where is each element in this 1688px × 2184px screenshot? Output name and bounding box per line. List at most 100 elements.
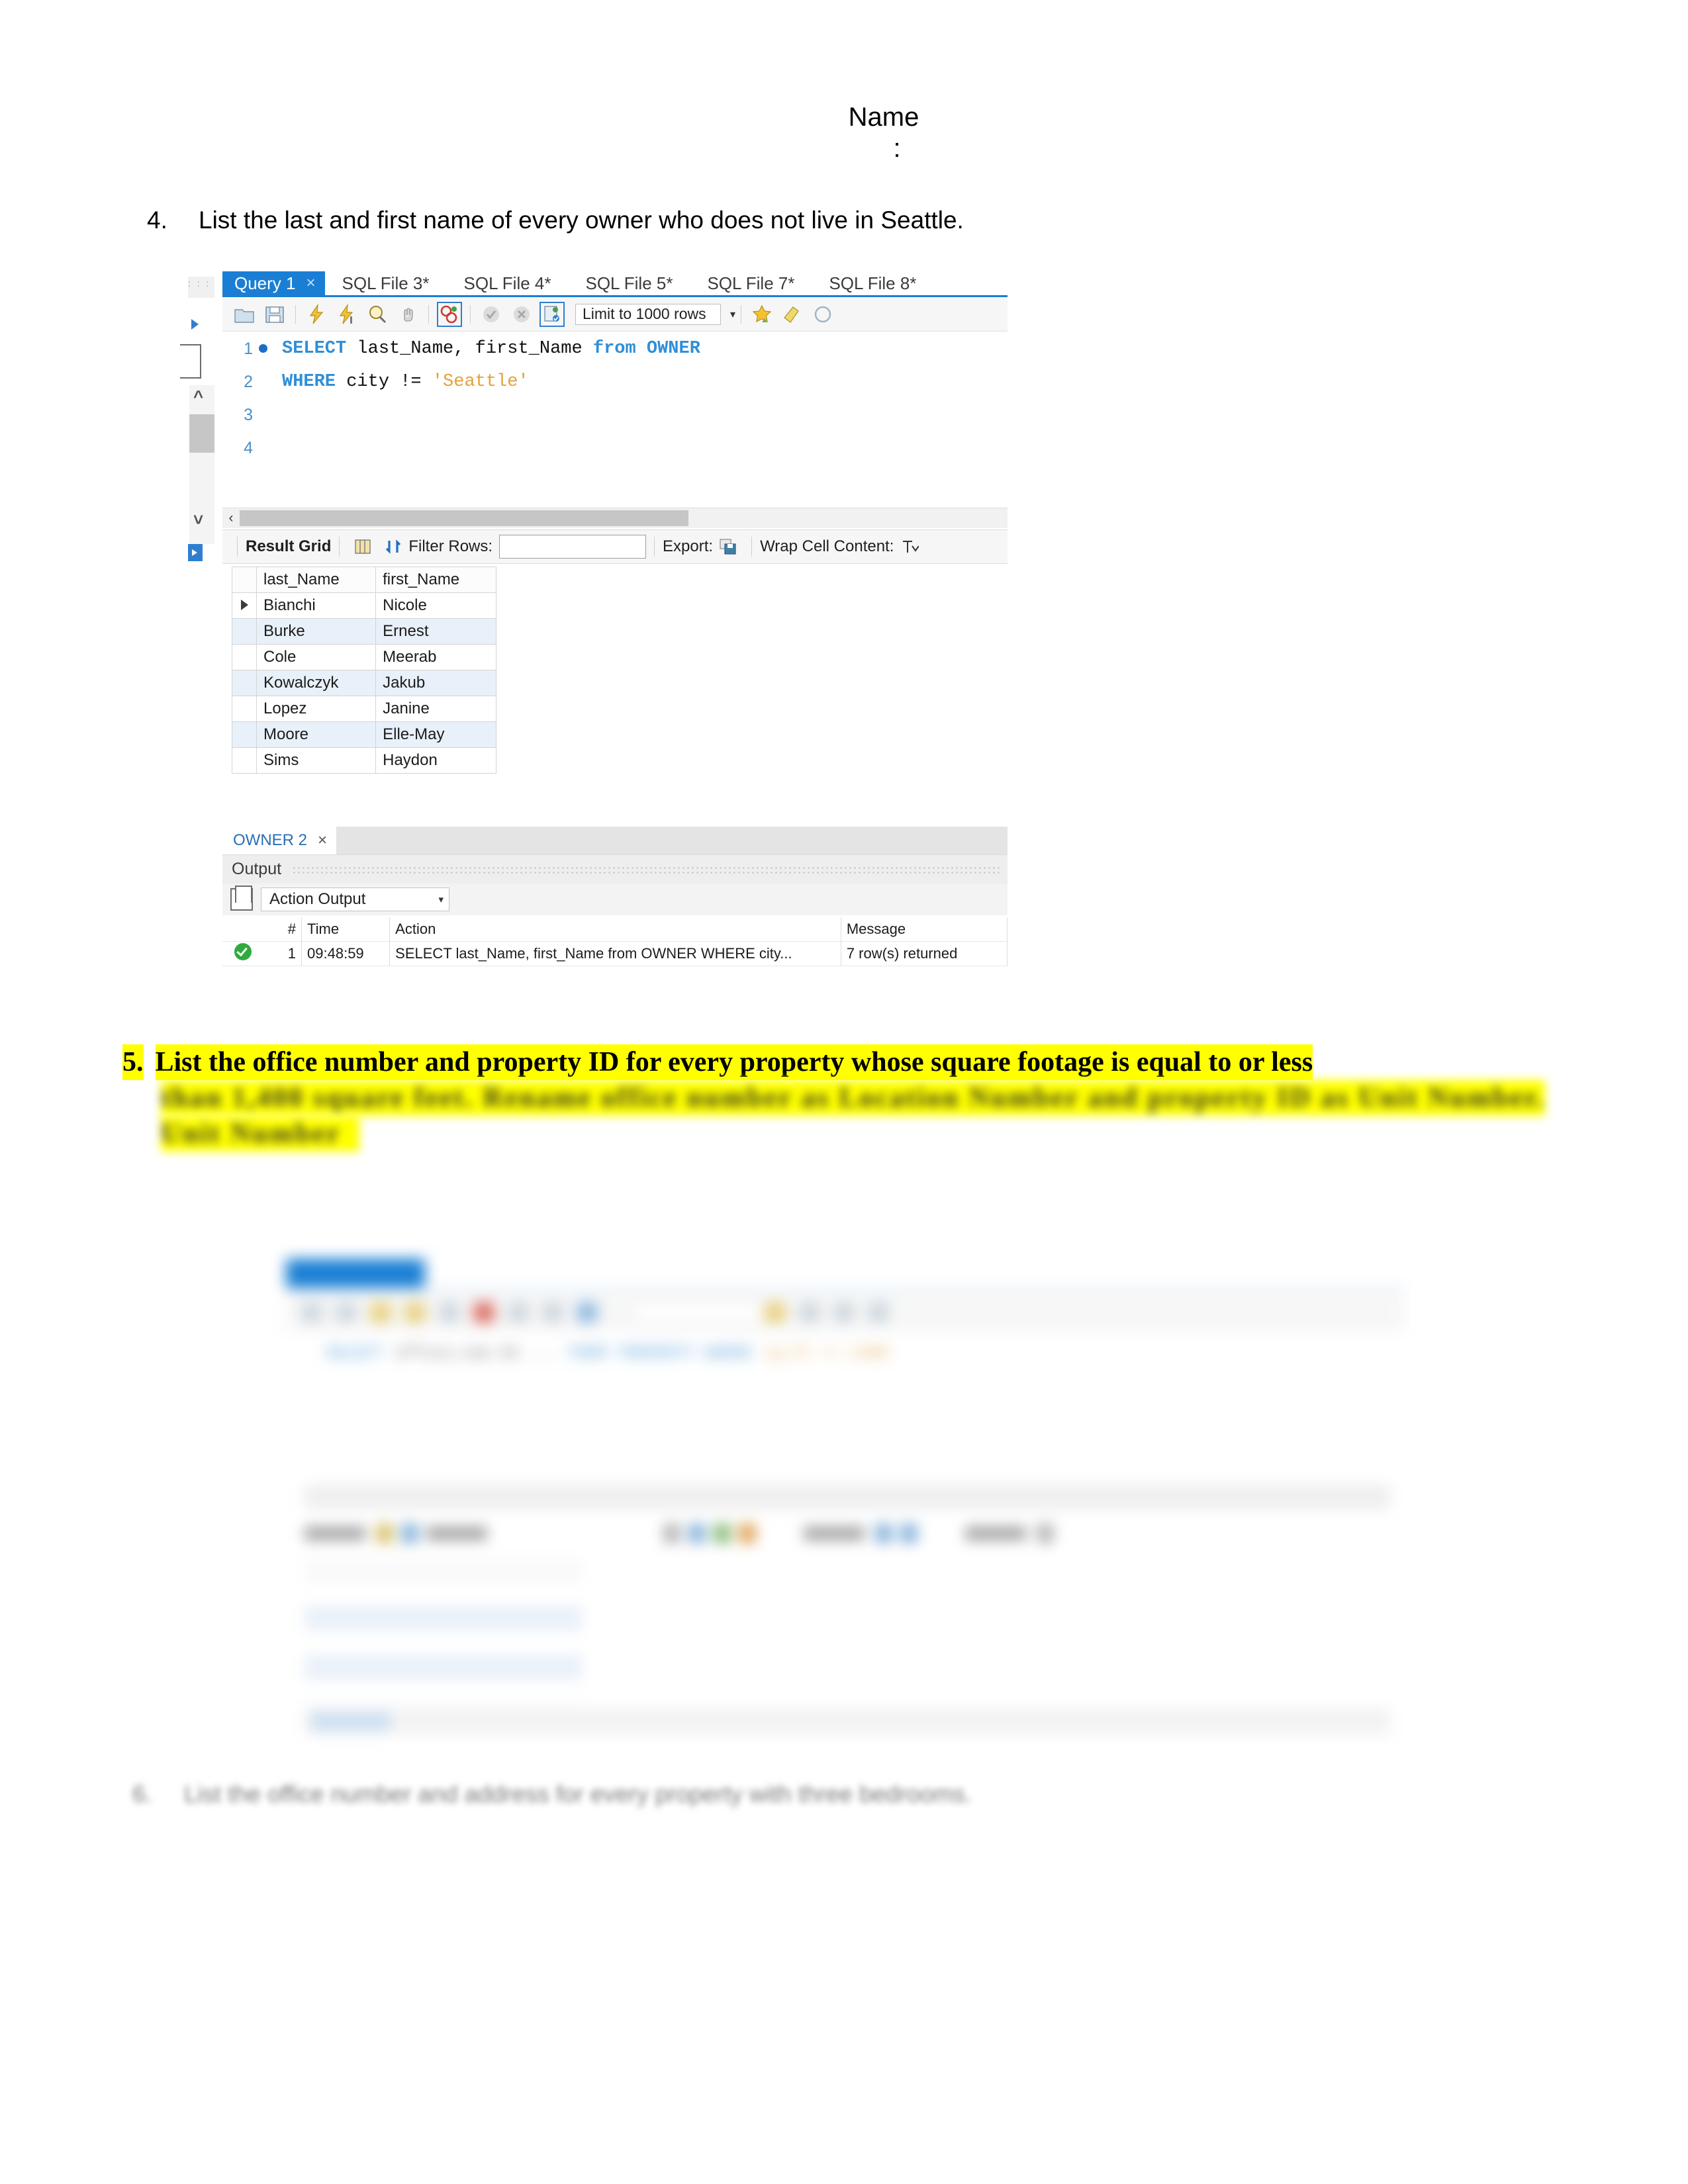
blurred-refresh-icon[interactable] xyxy=(401,1524,418,1543)
table-row[interactable]: Lopez Janine xyxy=(232,696,496,722)
row-selector[interactable] xyxy=(232,747,257,774)
chevron-down-icon[interactable]: ▾ xyxy=(438,893,444,905)
blurred-toolbar-icon[interactable] xyxy=(577,1302,597,1322)
blurred-toolbar-icon[interactable] xyxy=(714,1524,731,1543)
blurred-tab-active[interactable] xyxy=(286,1259,425,1288)
cell-first-name[interactable]: Elle-May xyxy=(375,721,496,748)
blurred-table-row[interactable] xyxy=(305,1631,583,1655)
blurred-limit-select[interactable] xyxy=(632,1302,765,1323)
blurred-import-icon[interactable] xyxy=(900,1524,917,1543)
result-grid-table[interactable]: last_Name first_Name Bianchi Nicole Burk… xyxy=(232,567,496,774)
find-icon[interactable] xyxy=(781,303,804,326)
tab-query-1[interactable]: Query 1 × xyxy=(222,271,325,295)
panel-grip-icon[interactable] xyxy=(292,865,1001,874)
tab-sql-file-5[interactable]: SQL File 5* xyxy=(568,271,690,295)
editor-horizontal-scrollbar[interactable]: ‹ xyxy=(222,508,1008,528)
blurred-toolbar-icon[interactable] xyxy=(543,1302,563,1322)
blurred-export-icon[interactable] xyxy=(875,1524,892,1543)
close-icon[interactable]: × xyxy=(306,274,316,293)
column-header-first-name[interactable]: first_Name xyxy=(375,567,496,593)
blurred-toolbar-icon[interactable] xyxy=(440,1302,459,1322)
table-row[interactable]: Burke Ernest xyxy=(232,618,496,645)
row-selector[interactable] xyxy=(232,721,257,748)
column-header-last-name[interactable]: last_Name xyxy=(256,567,377,593)
blurred-toolbar-icon[interactable] xyxy=(474,1302,494,1322)
blurred-toolbar-icon[interactable] xyxy=(800,1302,820,1322)
blurred-tab[interactable] xyxy=(451,1259,571,1288)
chevron-down-icon[interactable]: ▾ xyxy=(730,308,735,321)
blurred-result-grid[interactable] xyxy=(305,1557,583,1704)
execute-current-statement-icon[interactable] xyxy=(336,303,358,326)
blurred-toolbar-icon[interactable] xyxy=(663,1524,680,1543)
close-icon[interactable]: × xyxy=(318,831,327,850)
sidebar-toggle-icon[interactable] xyxy=(188,544,203,561)
tab-sql-file-8[interactable]: SQL File 8* xyxy=(812,271,933,295)
breakpoint-icon[interactable] xyxy=(253,339,273,359)
blurred-cell[interactable] xyxy=(305,1680,404,1704)
cell-last-name[interactable]: Burke xyxy=(256,618,377,645)
blurred-cell[interactable] xyxy=(305,1655,404,1679)
scroll-up-chevron-icon[interactable]: ^ xyxy=(193,388,203,405)
blurred-toolbar-icon[interactable] xyxy=(765,1302,785,1322)
row-selector[interactable] xyxy=(232,696,257,722)
cell-last-name[interactable]: Bianchi xyxy=(256,592,377,619)
table-row[interactable]: Bianchi Nicole xyxy=(232,592,496,619)
stop-query-icon[interactable] xyxy=(397,303,419,326)
auto-commit-icon[interactable] xyxy=(539,301,565,327)
vertical-scrollbar-thumb[interactable] xyxy=(189,414,214,453)
blurred-cell[interactable] xyxy=(404,1680,503,1704)
explain-query-icon[interactable] xyxy=(366,303,389,326)
blurred-cell[interactable] xyxy=(305,1631,404,1655)
row-selector[interactable] xyxy=(232,618,257,645)
blurred-toolbar-icon[interactable] xyxy=(405,1302,425,1322)
blurred-tab[interactable] xyxy=(767,1259,886,1288)
row-selector[interactable] xyxy=(232,644,257,670)
sql-editor-area[interactable]: 1 SELECT last_Name, first_Name from OWNE… xyxy=(222,332,1008,508)
copy-output-icon[interactable] xyxy=(230,886,253,911)
blurred-toolbar-icon[interactable] xyxy=(336,1302,356,1322)
scroll-left-chevron-icon[interactable]: ‹ xyxy=(222,510,240,526)
blurred-table-row[interactable] xyxy=(305,1606,583,1631)
table-row[interactable]: 1 09:48:59 SELECT last_Name, first_Name … xyxy=(222,941,1008,966)
blurred-toolbar-icon[interactable] xyxy=(834,1302,854,1322)
tab-sql-file-3[interactable]: SQL File 3* xyxy=(325,271,447,295)
blurred-table-row[interactable] xyxy=(305,1680,583,1704)
scroll-down-chevron-icon[interactable]: ˅ xyxy=(193,511,203,528)
tab-owner-2[interactable]: OWNER 2 × xyxy=(222,827,337,854)
blurred-cell[interactable] xyxy=(404,1631,503,1655)
cell-first-name[interactable]: Ernest xyxy=(375,618,496,645)
expand-arrow-icon[interactable] xyxy=(191,319,199,330)
cell-first-name[interactable]: Haydon xyxy=(375,747,496,774)
execute-statement-icon[interactable] xyxy=(305,303,328,326)
output-type-select[interactable]: Action Output ▾ xyxy=(261,887,449,911)
cell-last-name[interactable]: Sims xyxy=(256,747,377,774)
export-icon[interactable] xyxy=(718,537,738,557)
blurred-cell[interactable] xyxy=(404,1582,503,1606)
tab-sql-file-7[interactable]: SQL File 7* xyxy=(690,271,812,295)
blurred-cell[interactable] xyxy=(404,1606,503,1630)
cell-last-name[interactable]: Lopez xyxy=(256,696,377,722)
toggle-invisible-chars-icon[interactable] xyxy=(812,303,834,326)
cell-first-name[interactable]: Nicole xyxy=(375,592,496,619)
blurred-grid-icon[interactable] xyxy=(376,1524,393,1543)
limit-rows-select[interactable]: Limit to 1000 rows xyxy=(575,303,721,325)
blurred-cell[interactable] xyxy=(404,1655,503,1679)
blurred-cell[interactable] xyxy=(305,1582,404,1606)
blurred-table-row[interactable] xyxy=(305,1655,583,1680)
cell-first-name[interactable]: Jakub xyxy=(375,670,496,696)
blurred-tab[interactable] xyxy=(1239,1259,1358,1288)
blurred-toolbar-icon[interactable] xyxy=(868,1302,888,1322)
blurred-tab[interactable] xyxy=(1082,1259,1201,1288)
blurred-toolbar-icon[interactable] xyxy=(688,1524,706,1543)
toggle-statement-boundary-icon[interactable] xyxy=(437,301,462,327)
table-row[interactable]: Sims Haydon xyxy=(232,747,496,774)
grid-view-icon[interactable] xyxy=(353,537,373,557)
blurred-toolbar-icon[interactable] xyxy=(739,1524,756,1543)
commit-icon[interactable] xyxy=(480,303,502,326)
beautify-sql-icon[interactable] xyxy=(751,303,773,326)
cell-last-name[interactable]: Cole xyxy=(256,644,377,670)
cell-last-name[interactable]: Moore xyxy=(256,721,377,748)
blurred-tab[interactable] xyxy=(924,1259,1043,1288)
wrap-cell-content-icon[interactable] xyxy=(899,537,920,557)
action-output-table[interactable]: # Time Action Message 1 09:48:59 SELECT … xyxy=(222,917,1008,966)
